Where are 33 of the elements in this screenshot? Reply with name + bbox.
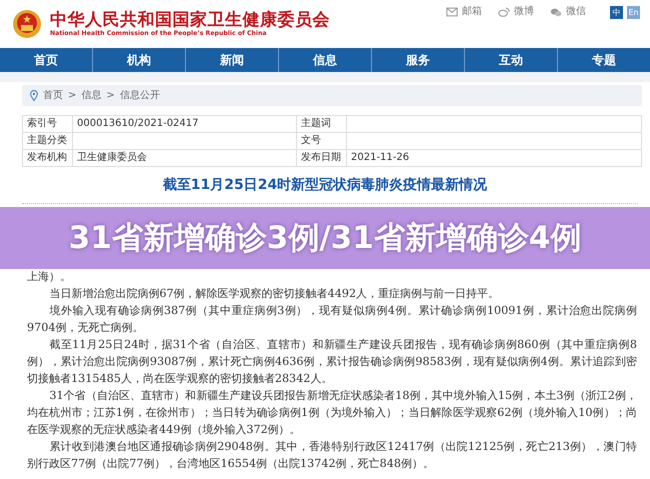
header-link[interactable]: 微博 [514, 7, 534, 17]
header-link[interactable]: 邮箱 [462, 7, 482, 17]
header-link[interactable]: 微信 [566, 7, 586, 17]
paragraph: 累计收到港澳台地区通报确诊病例29048例。其中，香港特别行政区12417例（出院12125例，死亡213例），澳门特别行政区77例（出院77例），台湾地区16554例（出院13742例，死亡848例）。 [27, 439, 637, 472]
breadcrumb-link[interactable]: 首页 [43, 88, 63, 103]
article-title: 截至11月25日24时新型冠状病毒肺炎疫情最新情况 [162, 176, 488, 195]
table-cell: 索引号 [22, 116, 72, 132]
language-button[interactable]: 中 [610, 6, 623, 19]
emblem-drawing [12, 9, 42, 39]
weibo-icon[interactable] [498, 6, 510, 18]
mail-icon[interactable] [446, 6, 458, 18]
table-cell: 2021-11-26 [346, 150, 642, 166]
table-cell: 000013610/2021-02417 [72, 116, 296, 132]
breadcrumb-separator: > [68, 89, 76, 103]
headline-banner: 31省新增确诊3例/31省新增确诊4例 [0, 207, 650, 269]
breadcrumb-link[interactable]: 信息公开 [120, 88, 160, 103]
table-cell: 发布机构 [22, 150, 72, 166]
location-pin-icon [30, 90, 38, 101]
table-cell: 文号 [296, 132, 346, 150]
paragraph: 截至11月25日24时，据31个省（自治区、直辖市）和新疆生产建设兵团报告，现有确诊病例860例（其中重症病例8例），累计治愈出院病例93087例，累计死亡病例4636例，累计报告确诊病例98583例，现有疑似病例4例。累计追踪到密切接触者1315485人，尚在医学观察的密切接触者28342人。 [27, 337, 637, 387]
paragraph-fragment: 上海）。 [27, 269, 72, 285]
paragraph: 当日新增治愈出院病例67例，解除医学观察的密切接触者4492人，重症病例与前一日持平。 [48, 286, 500, 302]
table-cell: 主题分类 [22, 132, 72, 150]
table-cell: 发布日期 [296, 150, 346, 166]
table-cell: 卫生健康委员会 [72, 150, 296, 166]
table-cell: 主题词 [296, 116, 346, 132]
paragraph: 31个省（自治区、直辖市）和新疆生产建设兵团报告新增无症状感染者18例，其中境外输入15例，本土3例（浙江2例，均在杭州市；江苏1例，在徐州市）；当日转为确诊病例1例（为境外输入）；当日解除医学观察62例（境外输入10例）；尚在医学观察的无症状感染者449例（境外输入372例）。 [27, 388, 637, 438]
breadcrumb-link[interactable]: 信息 [81, 88, 102, 103]
paragraph: 境外输入现有确诊病例387例（其中重症病例3例），现有疑似病例4例。累计确诊病例10091例，累计治愈出院病例9704例，无死亡病例。 [27, 303, 637, 336]
nav-item[interactable]: 专题 [558, 48, 650, 72]
site-title: 中华人民共和国国家卫生健康委员会 [50, 10, 330, 30]
chat-bubbles-icon[interactable] [550, 6, 562, 18]
breadcrumb-separator: > [106, 89, 115, 103]
